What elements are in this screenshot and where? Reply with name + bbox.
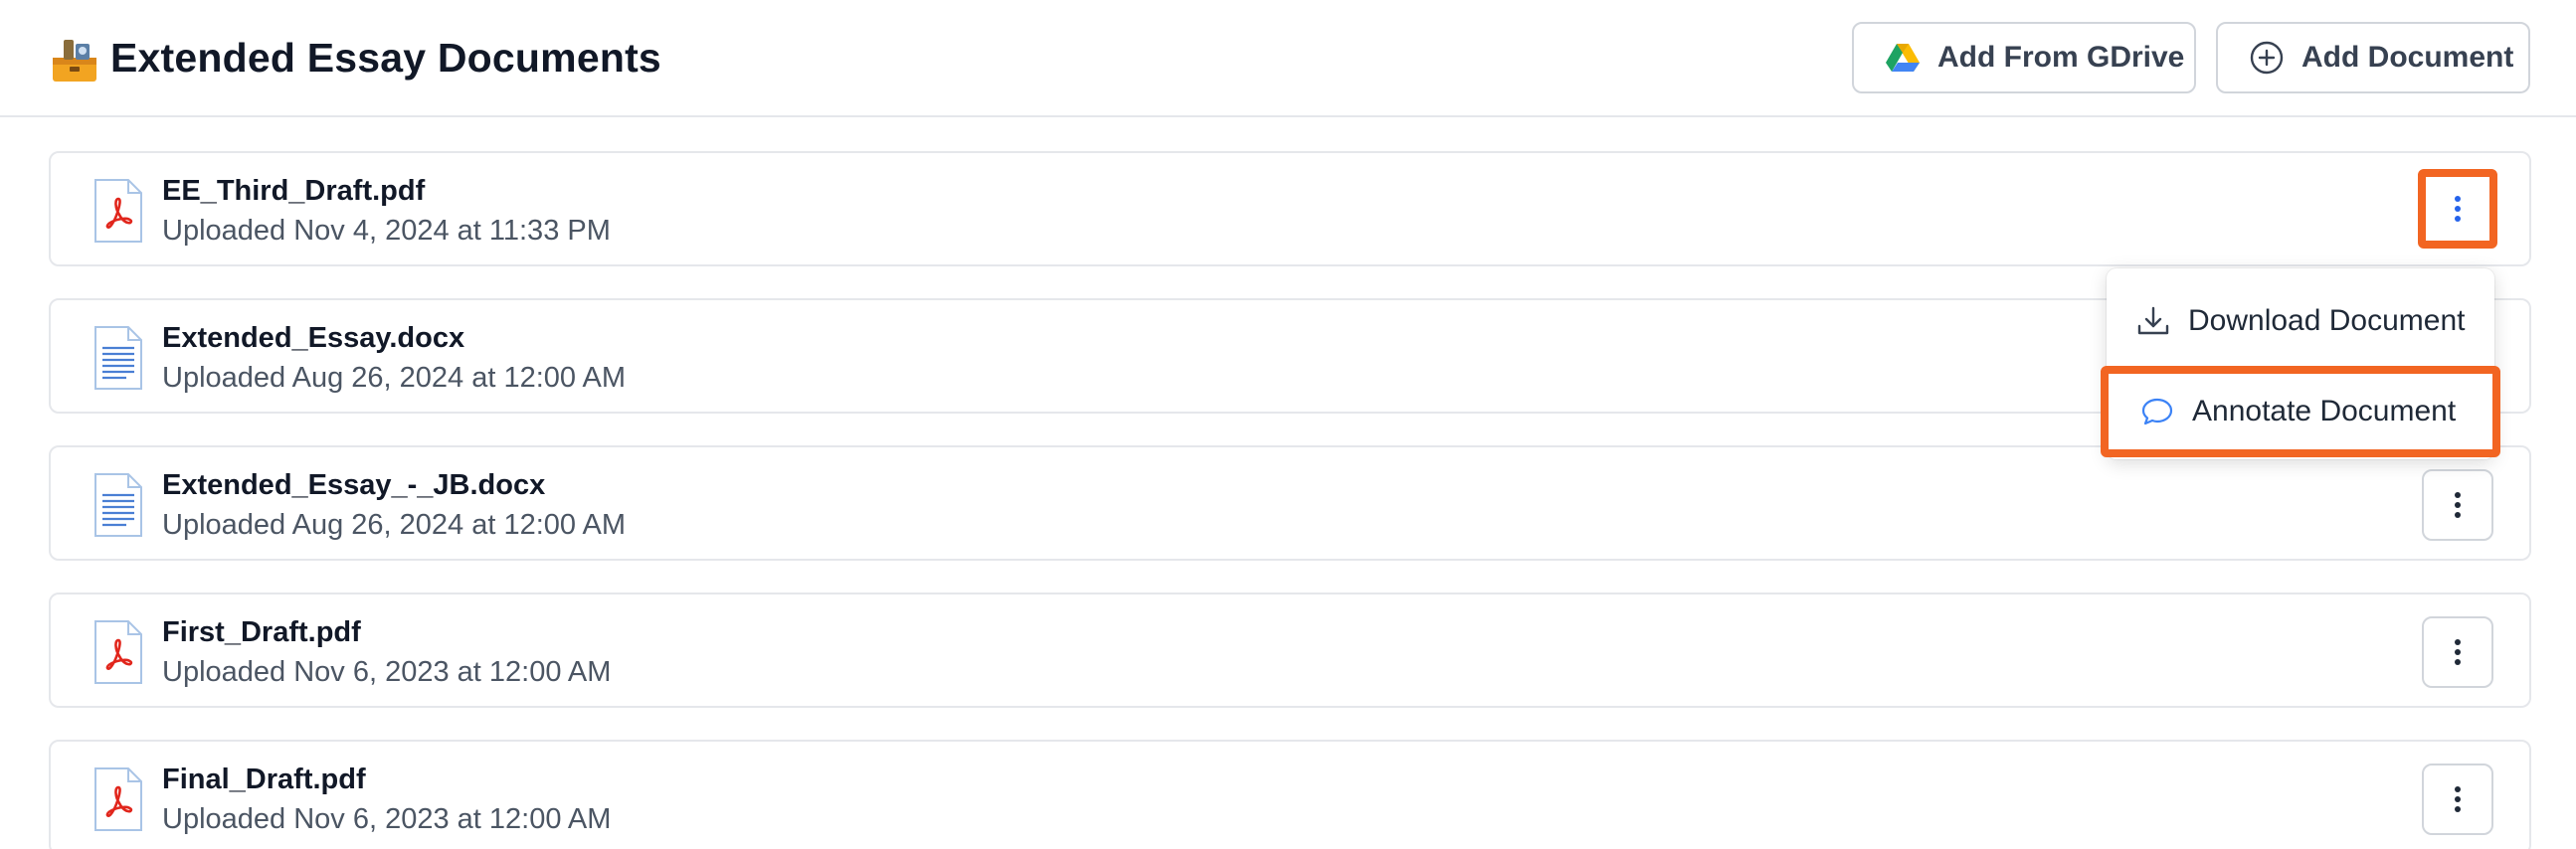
document-row[interactable]: Final_Draft.pdf Uploaded Nov 6, 2023 at … bbox=[49, 740, 2531, 849]
annotate-document-menu-item[interactable]: Annotate Document bbox=[2101, 366, 2500, 457]
kebab-menu-icon bbox=[2455, 196, 2461, 222]
docx-file-icon bbox=[94, 326, 142, 390]
kebab-menu-icon bbox=[2455, 492, 2461, 518]
upload-date: Uploaded Nov 6, 2023 at 12:00 AM bbox=[162, 803, 612, 835]
add-document-button[interactable]: Add Document bbox=[2216, 22, 2530, 93]
add-from-gdrive-label: Add From GDrive bbox=[1937, 41, 2185, 74]
google-drive-icon bbox=[1886, 44, 1920, 72]
upload-date: Uploaded Aug 26, 2024 at 12:00 AM bbox=[162, 509, 626, 541]
pdf-file-icon bbox=[94, 179, 142, 243]
page-header: Extended Essay Documents Add From GDrive… bbox=[0, 0, 2576, 117]
plus-circle-icon bbox=[2250, 41, 2284, 75]
pdf-file-icon bbox=[94, 620, 142, 684]
kebab-menu-icon bbox=[2455, 639, 2461, 665]
file-name: Final_Draft.pdf bbox=[162, 764, 366, 795]
file-name: EE_Third_Draft.pdf bbox=[162, 175, 426, 207]
upload-date: Uploaded Nov 4, 2024 at 11:33 PM bbox=[162, 215, 611, 247]
upload-date: Uploaded Aug 26, 2024 at 12:00 AM bbox=[162, 362, 626, 394]
docx-file-icon bbox=[94, 473, 142, 537]
file-name: Extended_Essay_-_JB.docx bbox=[162, 469, 546, 501]
file-name: First_Draft.pdf bbox=[162, 616, 361, 648]
document-actions-button[interactable] bbox=[2422, 469, 2493, 541]
add-document-label: Add Document bbox=[2301, 41, 2514, 74]
upload-date: Uploaded Nov 6, 2023 at 12:00 AM bbox=[162, 656, 612, 688]
kebab-menu-icon bbox=[2455, 786, 2461, 812]
download-document-label: Download Document bbox=[2188, 304, 2466, 337]
pdf-file-icon bbox=[94, 767, 142, 831]
document-actions-menu: Download Document Annotate Document bbox=[2101, 268, 2500, 459]
comment-icon bbox=[2141, 398, 2173, 425]
page-title: Extended Essay Documents bbox=[110, 35, 661, 81]
download-document-menu-item[interactable]: Download Document bbox=[2107, 278, 2494, 364]
download-icon bbox=[2137, 306, 2169, 335]
file-name: Extended_Essay.docx bbox=[162, 322, 465, 354]
annotate-document-label: Annotate Document bbox=[2192, 395, 2457, 427]
document-row[interactable]: First_Draft.pdf Uploaded Nov 6, 2023 at … bbox=[49, 593, 2531, 708]
document-actions-button[interactable] bbox=[2418, 169, 2497, 249]
document-actions-button[interactable] bbox=[2422, 616, 2493, 688]
toolbox-emoji-icon bbox=[53, 40, 96, 82]
document-row[interactable]: EE_Third_Draft.pdf Uploaded Nov 4, 2024 … bbox=[49, 151, 2531, 266]
add-from-gdrive-button[interactable]: Add From GDrive bbox=[1852, 22, 2196, 93]
documents-page: Extended Essay Documents Add From GDrive… bbox=[0, 0, 2576, 849]
document-row[interactable]: Extended_Essay_-_JB.docx Uploaded Aug 26… bbox=[49, 445, 2531, 561]
document-actions-button[interactable] bbox=[2422, 764, 2493, 835]
